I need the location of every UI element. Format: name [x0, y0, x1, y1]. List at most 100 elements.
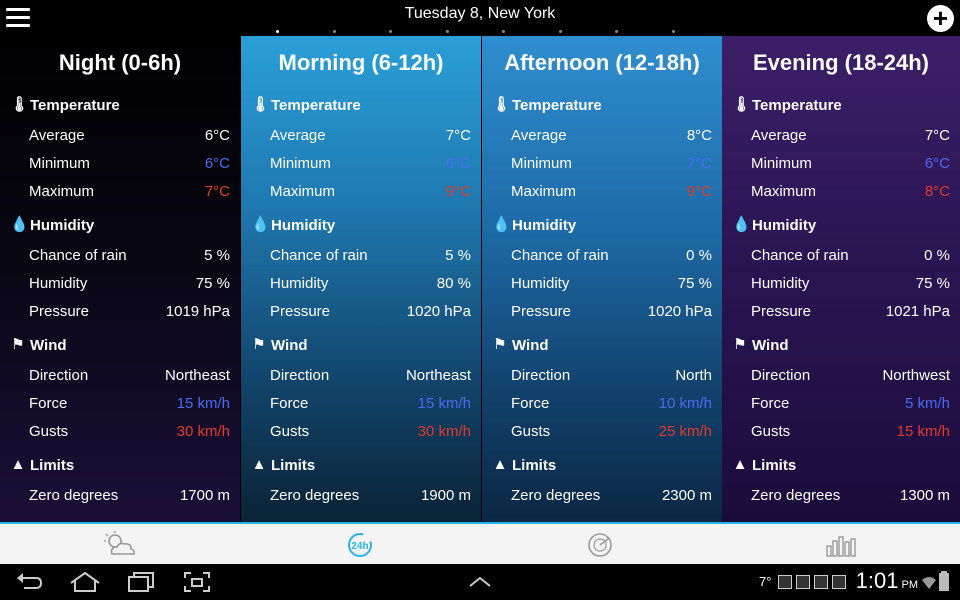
- section-label: Humidity: [752, 216, 817, 234]
- thermometer-icon: 🌡: [732, 96, 752, 113]
- 24h-icon: 24h: [348, 533, 372, 557]
- section-label: Temperature: [271, 96, 361, 114]
- metric-label: Minimum: [29, 155, 90, 172]
- metric-row-avg: Average 6°C: [29, 127, 230, 147]
- cloud-sun-icon: [104, 531, 135, 555]
- battery-icon: [939, 571, 949, 591]
- nav-charts[interactable]: [820, 530, 860, 560]
- section-header-temperature: 🌡 Temperature: [732, 96, 842, 114]
- home-icon[interactable]: [68, 570, 102, 594]
- metric-row-force: Force 15 km/h: [270, 395, 471, 415]
- page-dot[interactable]: [558, 30, 562, 33]
- metric-value: 75 %: [195, 275, 230, 292]
- metric-value: 6°C: [204, 155, 230, 172]
- metric-label: Maximum: [270, 183, 336, 200]
- mountain-icon: ▲: [492, 456, 508, 473]
- metric-row-pressure: Pressure 1020 hPa: [270, 303, 471, 323]
- system-bar: 7° 1:01 PM: [0, 564, 960, 600]
- metric-value: 7°C: [445, 127, 471, 144]
- period-column-night[interactable]: Night (0-6h) 🌡 Temperature Average 6°C Minimu…: [0, 36, 240, 522]
- metric-label: Pressure: [270, 303, 331, 320]
- metric-value: 6°C: [924, 155, 950, 172]
- wind-flag-icon: ⚑: [493, 336, 507, 353]
- period-column-evening[interactable]: Evening (18-24h) 🌡 Temperature Average 7°C Mi…: [722, 36, 960, 522]
- page-dot[interactable]: [615, 30, 619, 33]
- metric-label: Zero degrees: [751, 487, 841, 504]
- metric-value: 80 %: [436, 275, 471, 292]
- section-header-humidity_section: 💧 Humidity: [732, 216, 816, 234]
- amazon-notification-icon: [814, 575, 828, 589]
- metric-row-max: Maximum 7°C: [29, 183, 230, 203]
- metric-row-pressure: Pressure 1021 hPa: [751, 303, 950, 323]
- metric-row-gusts: Gusts 25 km/h: [511, 423, 712, 443]
- add-location-button[interactable]: +: [927, 5, 954, 32]
- metric-label: Humidity: [29, 275, 88, 292]
- gallery-notification-icon: [778, 575, 792, 589]
- metric-row-min: Minimum 7°C: [511, 155, 712, 175]
- section-header-wind: ⚑ Wind: [10, 336, 67, 354]
- metric-row-avg: Average 7°C: [270, 127, 471, 147]
- nav-24h[interactable]: 24h: [340, 530, 380, 560]
- page-dot[interactable]: [389, 30, 393, 33]
- metric-row-direction: Direction Northwest: [751, 367, 950, 387]
- metric-label: Chance of rain: [29, 247, 127, 264]
- metric-value: 6°C: [204, 127, 230, 144]
- metric-label: Average: [751, 127, 807, 144]
- page-dot[interactable]: [502, 30, 506, 33]
- page-dot[interactable]: [332, 30, 336, 33]
- metric-row-humidity: Humidity 80 %: [270, 275, 471, 295]
- metric-row-gusts: Gusts 15 km/h: [751, 423, 950, 443]
- period-title: Night (0-6h): [58, 50, 182, 75]
- metric-value: 8°C: [924, 183, 950, 200]
- period-column-afternoon[interactable]: Afternoon (12-18h) 🌡 Temperature Average 8°C…: [482, 36, 722, 522]
- clock-time: 1:01: [855, 568, 899, 593]
- metric-label: Humidity: [751, 275, 810, 292]
- metric-row-humidity: Humidity 75 %: [751, 275, 950, 295]
- metric-row-direction: Direction North: [511, 367, 712, 387]
- nav-radar[interactable]: [580, 530, 620, 560]
- metric-value: Northwest: [882, 367, 950, 384]
- section-header-temperature: 🌡 Temperature: [251, 96, 361, 114]
- page-dot[interactable]: [276, 30, 279, 33]
- period-column-morning[interactable]: Morning (6-12h) 🌡 Temperature Average 7°C Min…: [241, 36, 481, 522]
- metric-row-rain: Chance of rain 0 %: [511, 247, 712, 267]
- droplet-icon: 💧: [251, 216, 270, 233]
- back-icon[interactable]: [14, 570, 44, 594]
- metric-row-avg: Average 7°C: [751, 127, 950, 147]
- section-label: Wind: [30, 336, 67, 354]
- metric-label: Direction: [29, 367, 89, 384]
- metric-value: 1300 m: [899, 487, 950, 504]
- nav-today[interactable]: [100, 530, 140, 560]
- section-label: Humidity: [271, 216, 336, 234]
- metric-label: Pressure: [751, 303, 812, 320]
- section-label: Wind: [271, 336, 308, 354]
- page-dot[interactable]: [445, 30, 449, 33]
- metric-row-humidity: Humidity 75 %: [511, 275, 712, 295]
- metric-value: 1900 m: [420, 487, 471, 504]
- mountain-icon: ▲: [10, 456, 26, 473]
- metric-row-direction: Direction Northeast: [29, 367, 230, 387]
- thermometer-icon: 🌡: [10, 96, 30, 113]
- metric-value: 6°C: [445, 155, 471, 172]
- page-dot[interactable]: [672, 30, 675, 33]
- section-header-humidity_section: 💧 Humidity: [492, 216, 576, 234]
- chevron-up-icon[interactable]: [466, 570, 494, 594]
- forecast-columns: Night (0-6h) 🌡 Temperature Average 6°C Minimu…: [0, 36, 960, 522]
- wifi-icon: [922, 577, 936, 589]
- droplet-icon: 💧: [492, 216, 511, 233]
- metric-value: 9°C: [686, 183, 712, 200]
- metric-label: Zero degrees: [511, 487, 601, 504]
- metric-row-rain: Chance of rain 0 %: [751, 247, 950, 267]
- metric-row-gusts: Gusts 30 km/h: [29, 423, 230, 443]
- metric-value: 15 km/h: [176, 395, 230, 412]
- screenshot-icon[interactable]: [182, 570, 212, 594]
- recent-apps-icon[interactable]: [126, 570, 156, 594]
- metric-value: 5 %: [204, 247, 230, 264]
- metric-row-max: Maximum 8°C: [751, 183, 950, 203]
- period-title: Evening (18-24h): [752, 50, 930, 75]
- section-label: Wind: [752, 336, 789, 354]
- metric-row-rain: Chance of rain 5 %: [270, 247, 471, 267]
- metric-label: Force: [751, 395, 790, 412]
- metric-label: Direction: [511, 367, 571, 384]
- thermometer-icon: 🌡: [492, 96, 512, 113]
